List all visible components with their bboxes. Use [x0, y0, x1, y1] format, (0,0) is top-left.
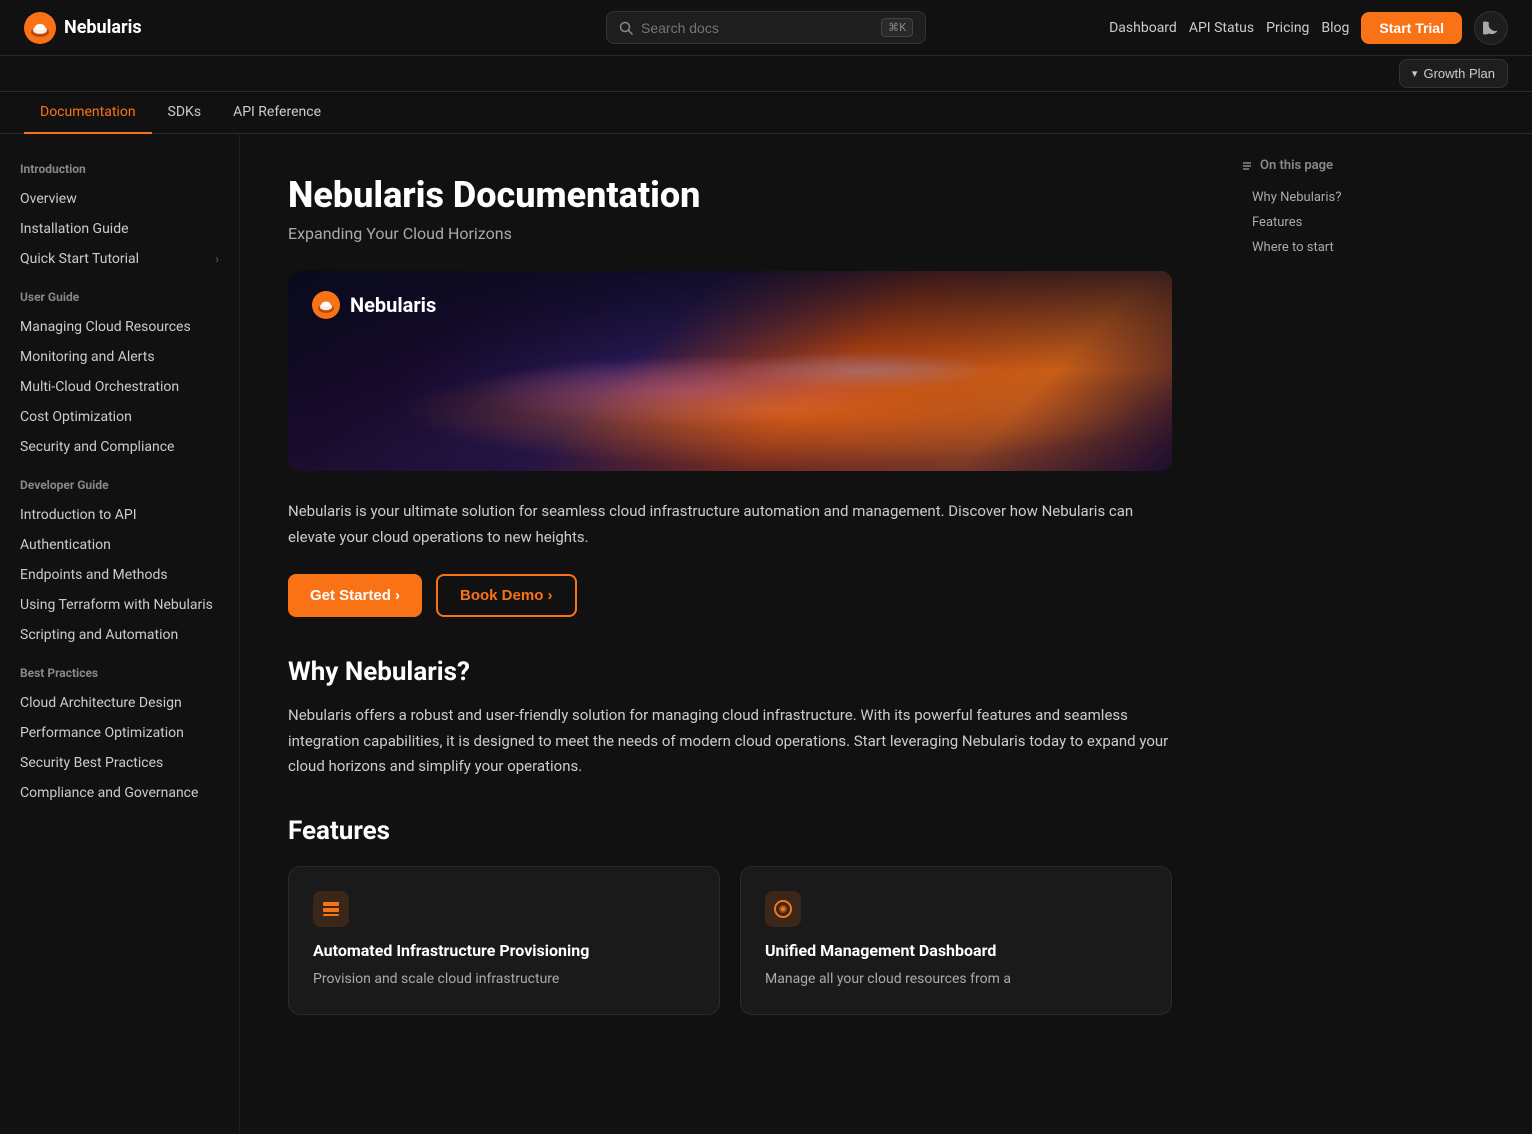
hero-image: Nebularis [288, 271, 1172, 471]
nav-link-blog[interactable]: Blog [1321, 20, 1349, 36]
hero-brand-logo-icon [312, 291, 340, 319]
sidebar-link-terraform[interactable]: Using Terraform with Nebularis [0, 590, 239, 620]
growth-plan-bar: ▾ Growth Plan [0, 56, 1532, 92]
subnav-tab-api-reference[interactable]: API Reference [217, 92, 337, 134]
feature-icon-provisioning [313, 891, 349, 927]
cta-buttons: Get Started › Book Demo › [288, 574, 1172, 617]
server-stack-icon [321, 899, 341, 919]
sidebar-link-endpoints[interactable]: Endpoints and Methods [0, 560, 239, 590]
page-subtitle: Expanding Your Cloud Horizons [288, 224, 1172, 243]
sidebar-section-introduction: Introduction [0, 158, 239, 184]
sidebar-link-managing-cloud[interactable]: Managing Cloud Resources [0, 312, 239, 342]
feature-card-desc-1: Manage all your cloud resources from a [765, 968, 1147, 990]
sidebar-link-intro-api[interactable]: Introduction to API [0, 500, 239, 530]
brand[interactable]: Nebularis [24, 12, 142, 44]
hero-brand: Nebularis [312, 291, 436, 319]
on-this-page-link-features[interactable]: Features [1240, 210, 1400, 235]
nav-link-pricing[interactable]: Pricing [1266, 20, 1309, 36]
on-this-page-title: On this page [1240, 158, 1400, 173]
why-nebularis-heading: Why Nebularis? [288, 657, 1172, 687]
sidebar-link-installation-guide[interactable]: Installation Guide [0, 214, 239, 244]
on-this-page-link-why[interactable]: Why Nebularis? [1240, 185, 1400, 210]
sidebar-link-cloud-arch[interactable]: Cloud Architecture Design [0, 688, 239, 718]
sidebar-link-monitoring[interactable]: Monitoring and Alerts [0, 342, 239, 372]
feature-card-title-1: Unified Management Dashboard [765, 941, 1147, 960]
sidebar-link-cost-optimization[interactable]: Cost Optimization [0, 402, 239, 432]
moon-icon [1483, 20, 1499, 36]
main-layout: Introduction Overview Installation Guide… [0, 134, 1532, 1134]
theme-toggle-button[interactable] [1474, 11, 1508, 45]
subnav-tab-sdks[interactable]: SDKs [152, 92, 218, 134]
search-input[interactable] [641, 20, 873, 36]
growth-plan-label: Growth Plan [1423, 66, 1495, 81]
on-this-page-link-where-to-start[interactable]: Where to start [1240, 235, 1400, 260]
nebularis-small-icon [773, 899, 793, 919]
chevron-down-icon: ▾ [1412, 67, 1418, 80]
brand-name: Nebularis [64, 17, 142, 38]
nav-link-api-status[interactable]: API Status [1189, 20, 1254, 36]
brand-logo-icon [24, 12, 56, 44]
chevron-right-icon: › [215, 252, 219, 266]
sidebar-link-security-best[interactable]: Security Best Practices [0, 748, 239, 778]
sidebar: Introduction Overview Installation Guide… [0, 134, 240, 1134]
search-icon [619, 21, 633, 35]
sidebar-section-user-guide: User Guide [0, 274, 239, 312]
right-sidebar: On this page Why Nebularis? Features Whe… [1220, 134, 1420, 1134]
feature-card-1: Unified Management Dashboard Manage all … [740, 866, 1172, 1015]
subnav-tab-documentation[interactable]: Documentation [24, 92, 152, 134]
sidebar-link-perf-opt[interactable]: Performance Optimization [0, 718, 239, 748]
feature-card-desc-0: Provision and scale cloud infrastructure [313, 968, 695, 990]
topbar-right: Dashboard API Status Pricing Blog Start … [1109, 11, 1508, 45]
features-grid: Automated Infrastructure Provisioning Pr… [288, 866, 1172, 1015]
sidebar-link-authentication[interactable]: Authentication [0, 530, 239, 560]
nav-link-dashboard[interactable]: Dashboard [1109, 20, 1177, 36]
hero-content: Nebularis [312, 291, 436, 319]
get-started-button[interactable]: Get Started › [288, 574, 422, 617]
sidebar-link-compliance[interactable]: Compliance and Governance [0, 778, 239, 808]
feature-card-0: Automated Infrastructure Provisioning Pr… [288, 866, 720, 1015]
search-bar: ⌘K [606, 11, 926, 44]
feature-card-title-0: Automated Infrastructure Provisioning [313, 941, 695, 960]
why-text: Nebularis offers a robust and user-frien… [288, 703, 1172, 780]
subnav: Documentation SDKs API Reference [0, 92, 1532, 134]
sidebar-link-multi-cloud[interactable]: Multi-Cloud Orchestration [0, 372, 239, 402]
growth-plan-button[interactable]: ▾ Growth Plan [1399, 59, 1508, 88]
book-demo-button[interactable]: Book Demo › [436, 574, 577, 617]
list-icon [1240, 159, 1254, 173]
sidebar-link-overview[interactable]: Overview [0, 184, 239, 214]
intro-text: Nebularis is your ultimate solution for … [288, 499, 1172, 550]
search-kbd: ⌘K [881, 18, 913, 37]
sidebar-link-security-compliance[interactable]: Security and Compliance [0, 432, 239, 462]
sidebar-link-quick-start[interactable]: Quick Start Tutorial › [0, 244, 239, 274]
topbar: Nebularis ⌘K Dashboard API Status Pricin… [0, 0, 1532, 56]
start-trial-button[interactable]: Start Trial [1361, 12, 1462, 44]
page-title: Nebularis Documentation [288, 174, 1172, 216]
feature-icon-dashboard [765, 891, 801, 927]
sidebar-section-best-practices: Best Practices [0, 650, 239, 688]
features-heading: Features [288, 816, 1172, 846]
main-content: Nebularis Documentation Expanding Your C… [240, 134, 1220, 1134]
sidebar-section-developer-guide: Developer Guide [0, 462, 239, 500]
sidebar-link-scripting[interactable]: Scripting and Automation [0, 620, 239, 650]
hero-brand-name: Nebularis [350, 293, 436, 317]
